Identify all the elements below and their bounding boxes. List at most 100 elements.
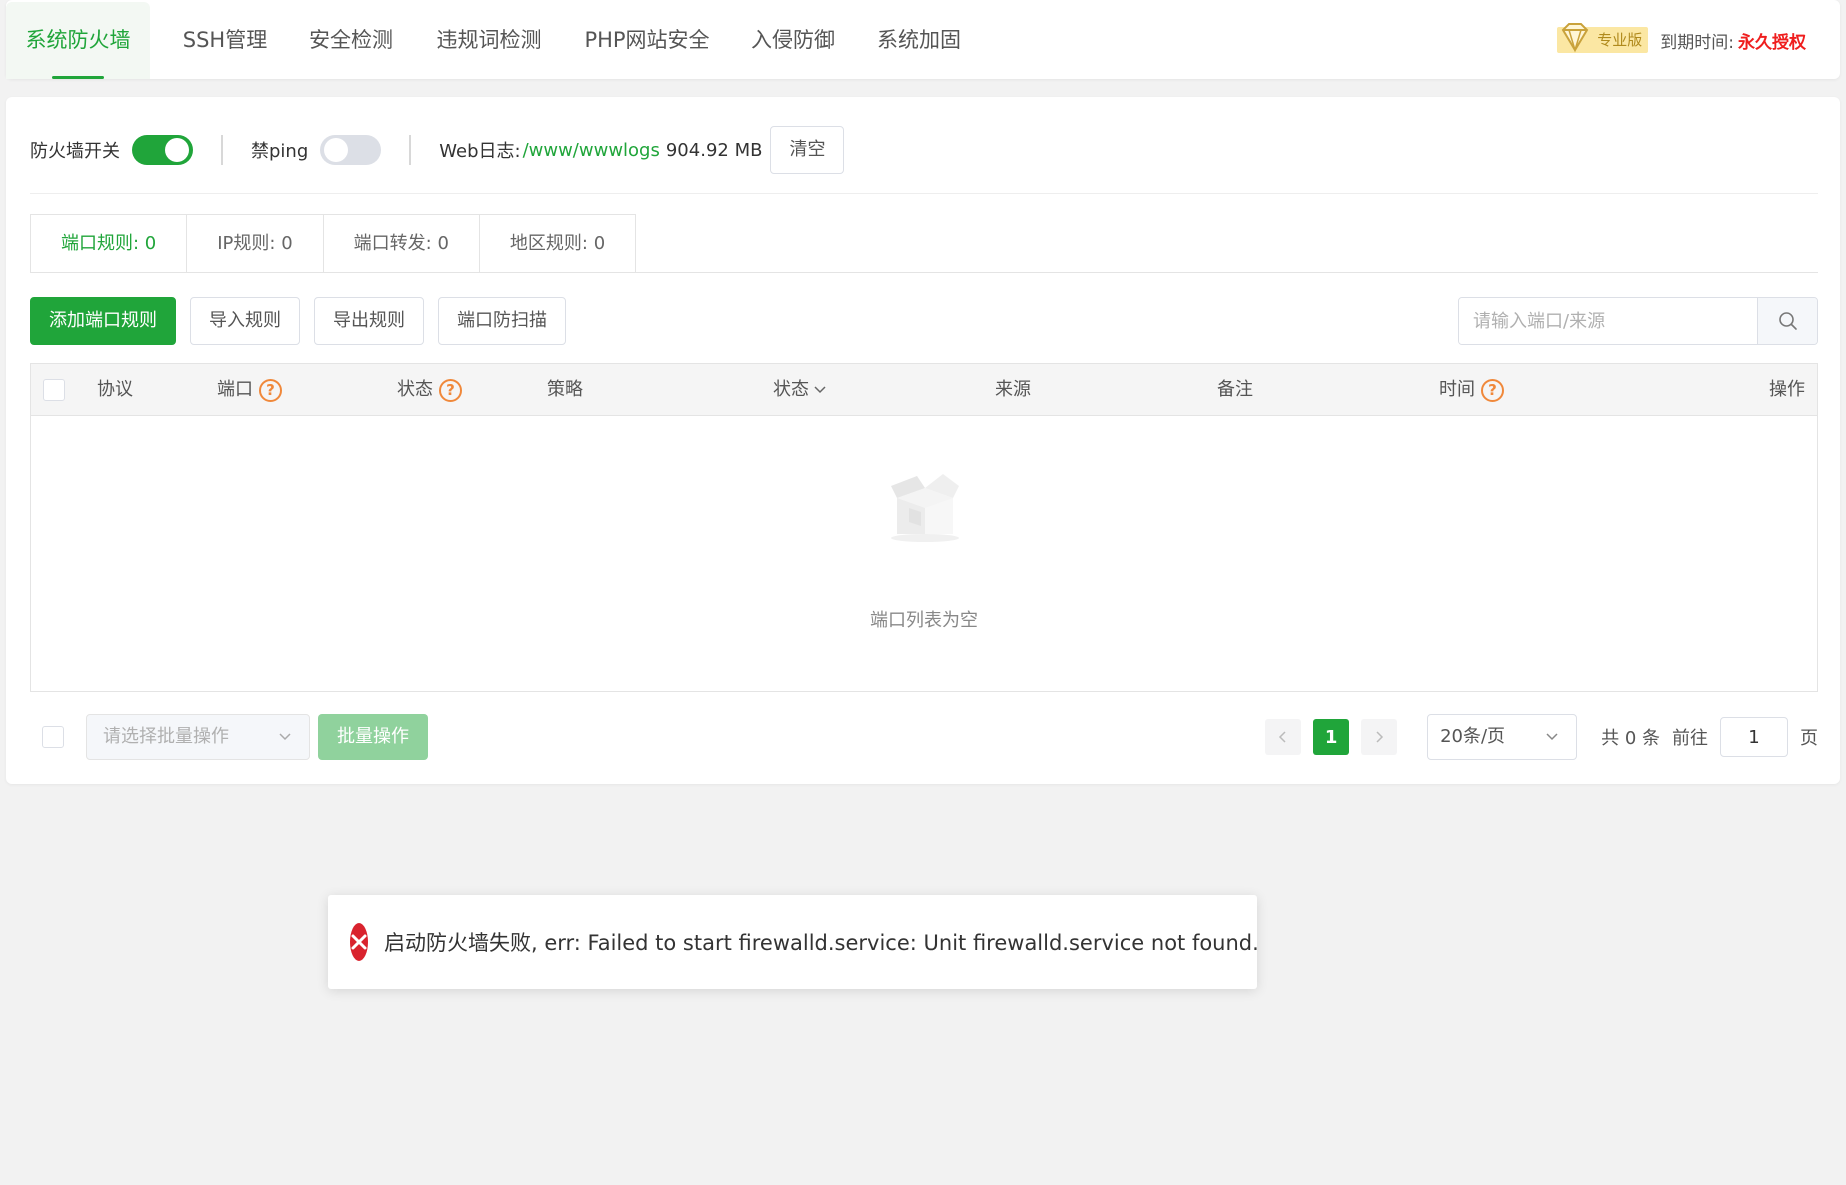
tab-region-rules[interactable]: 地区规则: 0	[479, 214, 637, 273]
batch-operation-button[interactable]: 批量操作	[318, 714, 428, 760]
toast-message: 启动防火墙失败, err: Failed to start firewalld.…	[384, 931, 1259, 955]
prev-page-button[interactable]	[1265, 719, 1302, 755]
ping-label: 禁ping	[251, 141, 309, 162]
rule-tabs: 端口规则: 0 IP规则: 0 端口转发: 0 地区规则: 0	[30, 214, 637, 273]
search-box	[1458, 297, 1818, 345]
tab-system-hardening[interactable]: 系统加固	[864, 2, 974, 79]
top-nav: 系统防火墙 SSH管理 安全检测 违规词检测 PHP网站安全 入侵防御 系统加固…	[6, 0, 1840, 79]
ping-toggle[interactable]	[320, 135, 382, 165]
col-label: 来源	[995, 379, 1031, 400]
active-tab-underline	[52, 76, 104, 79]
pagination: 1 20条/页 共 0 条 前往 页	[1265, 714, 1818, 760]
select-all-checkbox[interactable]	[43, 379, 65, 401]
col-status: 状态 ?	[397, 364, 462, 416]
toggle-knob	[165, 138, 189, 162]
divider	[30, 193, 1818, 194]
page-number[interactable]: 1	[1313, 719, 1350, 755]
col-label: 时间	[1439, 379, 1475, 400]
empty-box-icon	[891, 474, 959, 542]
col-source: 来源	[995, 364, 1031, 416]
chevron-left-icon	[1279, 731, 1286, 743]
tab-label: 入侵防御	[751, 28, 835, 52]
firewall-toggle[interactable]	[132, 135, 193, 165]
divider	[409, 135, 412, 165]
firewall-switch-label: 防火墙开关	[30, 141, 120, 162]
weblog-size: 904.92 MB	[665, 139, 763, 161]
toggle-knob	[324, 138, 349, 162]
help-icon[interactable]: ?	[1481, 378, 1504, 402]
pro-badge: 专业版	[1557, 23, 1649, 53]
tab-label: PHP网站安全	[584, 28, 710, 52]
divider	[30, 272, 1818, 273]
page-size-value: 20条/页	[1440, 726, 1506, 747]
expire-value: 永久授权	[1738, 32, 1806, 53]
batch-operation-select[interactable]: 请选择批量操作	[86, 714, 310, 760]
firewall-panel: 防火墙开关 禁ping Web日志: /www/wwwlogs 904.92 M…	[6, 97, 1840, 784]
empty-state: 端口列表为空	[31, 416, 1817, 691]
col-label: 策略	[547, 379, 583, 400]
table-footer: 请选择批量操作 批量操作 1 20条/页 共 0 条 前往 1 页	[30, 714, 1818, 760]
tab-php-security[interactable]: PHP网站安全	[572, 2, 722, 79]
tab-banned-words[interactable]: 违规词检测	[424, 2, 554, 79]
goto-page-input[interactable]	[1720, 717, 1788, 757]
license-info: 专业版 到期时间: 永久授权	[1557, 22, 1806, 58]
col-label: 操作	[1769, 379, 1805, 400]
select-all-cell	[43, 364, 65, 416]
col-state-filter[interactable]: 状态	[773, 364, 828, 416]
weblog-path-link[interactable]: /www/wwwlogs	[523, 140, 660, 161]
col-time: 时间 ?	[1439, 364, 1504, 416]
rule-actions: 添加端口规则 导入规则 导出规则 端口防扫描	[30, 297, 580, 345]
col-label: 状态	[773, 379, 809, 400]
pro-badge-label: 专业版	[1597, 31, 1643, 49]
footer-select-all-checkbox[interactable]	[42, 726, 64, 748]
chevron-down-icon	[1546, 733, 1558, 741]
col-label: 状态	[397, 379, 433, 400]
search-icon	[1778, 312, 1797, 330]
tab-port-forward[interactable]: 端口转发: 0	[323, 214, 480, 273]
firewall-toolbar: 防火墙开关 禁ping Web日志: /www/wwwlogs 904.92 M…	[30, 125, 845, 175]
expire-label: 到期时间:	[1660, 32, 1734, 53]
help-icon[interactable]: ?	[259, 378, 282, 402]
total-count: 共 0 条	[1601, 728, 1660, 749]
col-action: 操作	[1769, 364, 1805, 416]
tab-label: 安全检测	[309, 28, 393, 52]
chevron-right-icon	[1376, 731, 1384, 743]
col-remark: 备注	[1217, 364, 1253, 416]
tab-label: SSH管理	[182, 28, 268, 52]
chevron-down-icon	[279, 733, 291, 741]
table-header: 协议 端口 ? 状态 ? 策略 状态 来源 备注 时间 ? 操作	[31, 364, 1817, 416]
page-unit: 页	[1800, 728, 1818, 749]
tab-label: 系统防火墙	[25, 28, 131, 52]
search-input[interactable]	[1459, 298, 1757, 344]
help-icon[interactable]: ?	[439, 378, 462, 402]
error-icon	[350, 923, 368, 961]
port-rules-table: 协议 端口 ? 状态 ? 策略 状态 来源 备注 时间 ? 操作 端口列表为空	[30, 363, 1818, 692]
tab-security-check[interactable]: 安全检测	[296, 2, 406, 79]
divider	[221, 135, 223, 165]
col-port: 端口 ?	[217, 364, 282, 416]
port-scan-defense-button[interactable]: 端口防扫描	[438, 297, 566, 345]
tab-ssh[interactable]: SSH管理	[170, 2, 280, 79]
tab-system-firewall[interactable]: 系统防火墙	[6, 2, 150, 79]
import-rules-button[interactable]: 导入规则	[190, 297, 300, 345]
error-toast: 启动防火墙失败, err: Failed to start firewalld.…	[328, 895, 1259, 989]
page-size-select[interactable]: 20条/页	[1427, 714, 1578, 760]
export-rules-button[interactable]: 导出规则	[314, 297, 424, 345]
clear-logs-button[interactable]: 清空	[770, 126, 845, 174]
diamond-icon	[1561, 23, 1589, 53]
empty-text: 端口列表为空	[870, 610, 978, 631]
col-label: 备注	[1217, 379, 1253, 400]
col-label: 端口	[217, 379, 253, 400]
tab-port-rules[interactable]: 端口规则: 0	[30, 214, 188, 273]
next-page-button[interactable]	[1361, 719, 1398, 755]
col-protocol: 协议	[97, 364, 133, 416]
col-label: 协议	[97, 379, 133, 400]
tab-label: 系统加固	[877, 28, 961, 52]
tab-ip-rules[interactable]: IP规则: 0	[187, 214, 324, 273]
select-placeholder: 请选择批量操作	[103, 726, 229, 747]
add-port-rule-button[interactable]: 添加端口规则	[30, 297, 176, 345]
search-button[interactable]	[1757, 298, 1817, 344]
col-policy: 策略	[547, 364, 583, 416]
chevron-down-icon	[814, 386, 826, 394]
tab-intrusion-defense[interactable]: 入侵防御	[738, 2, 848, 79]
